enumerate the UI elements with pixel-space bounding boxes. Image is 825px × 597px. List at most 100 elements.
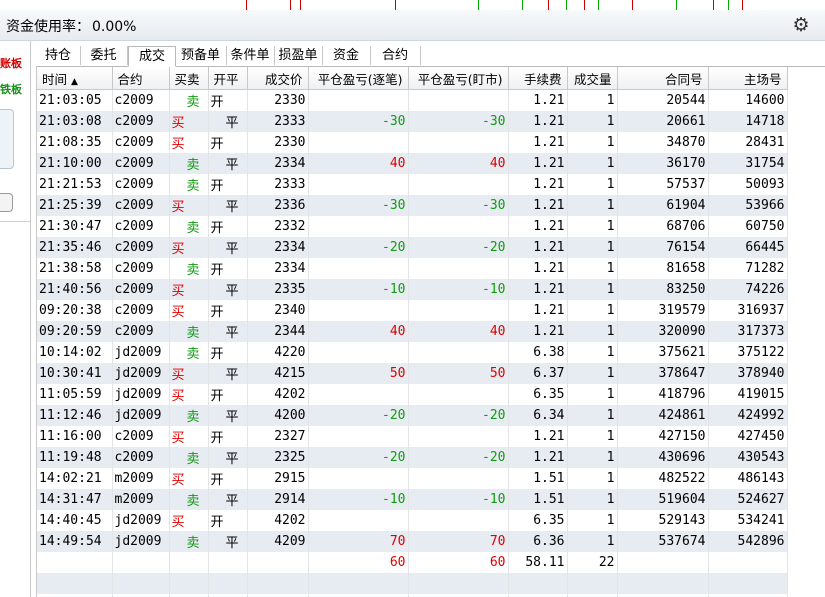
total-volume: 22: [567, 552, 618, 573]
cell-volume: 1: [567, 531, 618, 552]
cell-volume: 1: [567, 321, 618, 342]
table-row[interactable]: 14:02:21 m2009 买开 2915 1.51 1 482522 486143: [37, 468, 788, 489]
cell-pnl-trade: [308, 216, 409, 237]
cell-pnl-trade: -20: [308, 237, 409, 258]
cell-contract: m2009: [112, 468, 170, 489]
cell-pnl-mtm: 40: [408, 321, 509, 342]
chart-tick: [598, 0, 599, 10]
col-header-contract[interactable]: 合约: [112, 67, 170, 90]
table-row[interactable]: 21:03:05 c2009 卖开 2330 1.21 1 20544 14600: [37, 89, 788, 111]
cell-price: 2336: [247, 195, 309, 216]
cell-empty: [37, 573, 113, 594]
cell-order-no: 375621: [617, 342, 709, 363]
col-header-fee[interactable]: 手续费: [508, 67, 568, 90]
chart-tick: [632, 0, 633, 10]
cell-fee: 1.21: [508, 258, 568, 279]
col-header-pnl-mtm[interactable]: 平仓盈亏(盯市): [408, 67, 509, 90]
cell-fee: 6.38: [508, 342, 568, 363]
cell-contract: c2009: [112, 174, 170, 195]
cell-pnl-trade: [308, 384, 409, 405]
table-row[interactable]: 10:30:41 jd2009 买平 4215 50 50 6.37 1 378647 37894…: [37, 363, 788, 384]
tab-conditional-orders[interactable]: 条件单: [226, 46, 275, 65]
cell-pnl-trade: -10: [308, 489, 409, 510]
table-row[interactable]: 21:21:53 c2009 卖开 2333 1.21 1 57537 50093: [37, 174, 788, 195]
table-row[interactable]: 10:14:02 jd2009 卖开 4220 6.38 1 375621 375122: [37, 342, 788, 363]
table-row[interactable]: 14:49:54 jd2009 卖平 4209 70 70 6.36 1 537674 54289…: [37, 531, 788, 552]
table-row[interactable]: 21:25:39 c2009 买平 2336 -30 -30 1.21 1 61904 53966: [37, 195, 788, 216]
left-panel-red-label[interactable]: 账板: [0, 55, 22, 71]
gear-icon[interactable]: ⚙: [791, 15, 811, 35]
cell-side: 卖: [169, 321, 209, 342]
cell-open-close: 开: [208, 89, 248, 111]
cell-fee: 1.51: [508, 468, 568, 489]
cell-volume: 1: [567, 89, 618, 111]
table-row[interactable]: 09:20:59 c2009 卖平 2344 40 40 1.21 1 320090 317373: [37, 321, 788, 342]
sort-asc-icon: ▲: [71, 76, 78, 87]
cell-match-no: 317373: [708, 321, 788, 342]
cell-pnl-mtm: [408, 174, 509, 195]
cell-contract: jd2009: [112, 405, 170, 426]
tab-bar: 持仓 委托 成交 预备单 条件单 损盈单 资金 合约: [36, 46, 825, 67]
col-header-pnl-trade[interactable]: 平仓盈亏(逐笔): [308, 67, 409, 90]
tab-preset-orders[interactable]: 预备单: [175, 46, 227, 65]
cell-pnl-mtm: 50: [408, 363, 509, 384]
cell-volume: 1: [567, 174, 618, 195]
left-panel-button[interactable]: [0, 193, 13, 212]
col-header-side[interactable]: 买卖: [169, 67, 209, 90]
col-header-price[interactable]: 成交价: [247, 67, 309, 90]
col-header-open-close[interactable]: 开平: [208, 67, 248, 90]
table-row[interactable]: 21:08:35 c2009 买开 2330 1.21 1 34870 28431: [37, 132, 788, 153]
cell-volume: 1: [567, 447, 618, 468]
table-row[interactable]: 09:20:38 c2009 买开 2340 1.21 1 319579 316937: [37, 300, 788, 321]
cell-price: 2334: [247, 237, 309, 258]
tab-contracts[interactable]: 合约: [370, 46, 421, 65]
tab-positions[interactable]: 持仓: [36, 46, 81, 65]
table-row[interactable]: 21:03:08 c2009 买平 2333 -30 -30 1.21 1 20661 14718: [37, 111, 788, 132]
tab-orders[interactable]: 委托: [80, 46, 128, 65]
cell-price: 4220: [247, 342, 309, 363]
table-row[interactable]: 14:40:45 jd2009 买开 4202 6.35 1 529143 534241: [37, 510, 788, 531]
chart-tick: [584, 0, 585, 10]
col-header-match-no[interactable]: 主场号: [708, 67, 788, 90]
table-row[interactable]: 21:10:00 c2009 卖平 2334 40 40 1.21 1 36170 31754: [37, 153, 788, 174]
tab-stop-orders[interactable]: 损盈单: [274, 46, 323, 65]
table-row[interactable]: 11:19:48 c2009 卖平 2325 -20 -20 1.21 1 430696 4305…: [37, 447, 788, 468]
table-row[interactable]: 21:40:56 c2009 买平 2335 -10 -10 1.21 1 83250 74226: [37, 279, 788, 300]
cell-match-no: 378940: [708, 363, 788, 384]
table-row[interactable]: 11:12:46 jd2009 卖平 4200 -20 -20 6.34 1 424861 424…: [37, 405, 788, 426]
table-row[interactable]: 11:16:00 c2009 买开 2327 1.21 1 427150 427450: [37, 426, 788, 447]
cell-side: 买: [169, 384, 209, 405]
cell-contract: c2009: [112, 111, 170, 132]
table-row[interactable]: 11:05:59 jd2009 买开 4202 6.35 1 418796 419015: [37, 384, 788, 405]
cell-side: 卖: [169, 405, 209, 426]
chart-tick: [548, 0, 549, 10]
cell-pnl-mtm: [408, 89, 509, 111]
chart-tick: [300, 0, 301, 10]
tab-trades[interactable]: 成交: [128, 46, 176, 67]
cell-contract: jd2009: [112, 342, 170, 363]
cell-fee: 6.34: [508, 405, 568, 426]
cell-pnl-trade: [308, 132, 409, 153]
tab-funds[interactable]: 资金: [322, 46, 371, 65]
table-row[interactable]: 21:30:47 c2009 卖开 2332 1.21 1 68706 60750: [37, 216, 788, 237]
left-panel-box[interactable]: [0, 109, 14, 169]
cell-time: 21:30:47: [37, 216, 113, 237]
cell-open-close: 平: [208, 279, 248, 300]
left-panel-green-label[interactable]: 铁板: [0, 81, 22, 97]
cell-volume: 1: [567, 510, 618, 531]
cell-open-close: 平: [208, 489, 248, 510]
table-row[interactable]: 21:38:58 c2009 卖开 2334 1.21 1 81658 71282: [37, 258, 788, 279]
col-header-volume[interactable]: 成交量: [567, 67, 618, 90]
cell-side: 买: [169, 300, 209, 321]
trades-table-container: 时间 ▲ 合约 买卖 开平 成交价 平仓盈亏(逐笔) 平仓盈亏(盯市) 手续费 成…: [36, 67, 825, 597]
cell-order-no: 81658: [617, 258, 709, 279]
cell-side: 卖: [169, 216, 209, 237]
col-header-order-no[interactable]: 合同号: [617, 67, 709, 90]
chart-tick: [522, 0, 523, 10]
cell-volume: 1: [567, 342, 618, 363]
cell-contract: c2009: [112, 237, 170, 258]
table-row[interactable]: 14:31:47 m2009 卖平 2914 -10 -10 1.51 1 519604 5246…: [37, 489, 788, 510]
cell-fee: 1.21: [508, 216, 568, 237]
table-row[interactable]: 21:35:46 c2009 买平 2334 -20 -20 1.21 1 76154 66445: [37, 237, 788, 258]
col-header-time[interactable]: 时间 ▲: [37, 67, 113, 90]
